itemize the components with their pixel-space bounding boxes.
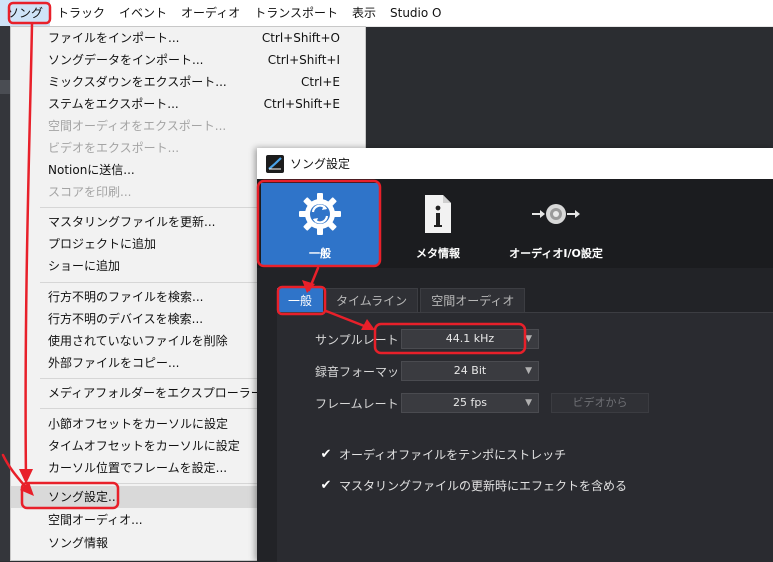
checkmark-icon: ✔ xyxy=(320,477,332,493)
menu-item-import-song-data[interactable]: ソングデータをインポート... Ctrl+Shift+I xyxy=(11,49,365,71)
chevron-down-icon: ▼ xyxy=(525,334,532,344)
dialog-toolbar: 一般 メタ情報 オーディオI/O設定 xyxy=(257,179,773,268)
dialog-title: ソング設定 xyxy=(290,157,351,171)
toolbar-audio-io[interactable]: オーディオI/O設定 xyxy=(497,183,615,265)
checkmark-icon: ✔ xyxy=(320,446,332,462)
chevron-down-icon: ▼ xyxy=(525,398,532,408)
song-setup-dialog: ソング設定 一般 メタ情報 オーディオI/O設定 一般 タイムライン 空間オーデ… xyxy=(257,148,773,562)
menu-view[interactable]: 表示 xyxy=(345,0,383,26)
menu-transport[interactable]: トランスポート xyxy=(247,0,345,26)
tab-timeline[interactable]: タイムライン xyxy=(325,288,419,313)
include-effects-label: マスタリングファイルの更新時にエフェクトを含める xyxy=(339,479,628,493)
info-document-icon xyxy=(425,195,451,233)
app-backdrop xyxy=(0,26,10,561)
menu-item-export-mixdown[interactable]: ミックスダウンをエクスポート... Ctrl+E xyxy=(11,71,365,93)
menu-track[interactable]: トラック xyxy=(50,0,112,26)
general-settings-panel: サンプルレート 44.1 kHz ▼ 録音フォーマット 24 Bit ▼ フレー… xyxy=(277,312,773,562)
menu-event[interactable]: イベント xyxy=(112,0,174,26)
frame-rate-select[interactable]: 25 fps ▼ xyxy=(401,393,539,413)
gear-sync-icon xyxy=(299,193,341,235)
menu-studio-one[interactable]: Studio O xyxy=(383,0,448,26)
record-format-label: 録音フォーマット xyxy=(315,365,412,379)
toolbar-meta-info[interactable]: メタ情報 xyxy=(379,183,497,265)
dialog-tabs: 一般 タイムライン 空間オーディオ xyxy=(277,288,527,313)
stretch-audio-label: オーディオファイルをテンポにストレッチ xyxy=(339,448,567,462)
menu-item-export-stems[interactable]: ステムをエクスポート... Ctrl+Shift+E xyxy=(11,93,365,115)
dialog-title-bar: ソング設定 xyxy=(257,148,773,179)
menu-song[interactable]: ソング xyxy=(0,0,51,26)
frame-rate-label: フレームレート xyxy=(315,397,399,411)
menubar: ソング トラック イベント オーディオ トランスポート 表示 Studio O xyxy=(0,0,773,27)
sample-rate-select[interactable]: 44.1 kHz ▼ xyxy=(401,329,539,349)
menu-item-export-spatial-audio: 空間オーディオをエクスポート... xyxy=(48,119,227,133)
sample-rate-value: 44.1 kHz xyxy=(445,332,495,345)
toolbar-general[interactable]: 一般 xyxy=(261,183,379,265)
app-backdrop-item xyxy=(0,80,10,94)
record-format-select[interactable]: 24 Bit ▼ xyxy=(401,361,539,381)
studio-one-logo-icon xyxy=(266,154,284,173)
sample-rate-label: サンプルレート xyxy=(315,333,399,347)
stretch-audio-to-tempo-checkbox[interactable]: ✔ オーディオファイルをテンポにストレッチ xyxy=(319,446,567,463)
audio-io-icon xyxy=(532,204,580,224)
include-effects-checkbox[interactable]: ✔ マスタリングファイルの更新時にエフェクトを含める xyxy=(319,477,627,494)
from-video-button: ビデオから xyxy=(551,393,649,413)
toolbar-audio-io-label: オーディオI/O設定 xyxy=(509,247,603,260)
tab-spatial-audio[interactable]: 空間オーディオ xyxy=(420,288,526,313)
record-format-value: 24 Bit xyxy=(453,364,487,377)
menu-audio[interactable]: オーディオ xyxy=(174,0,247,26)
menu-item-import-file[interactable]: ファイルをインポート... Ctrl+Shift+O xyxy=(11,27,365,49)
toolbar-meta-info-label: メタ情報 xyxy=(416,247,460,260)
toolbar-general-label: 一般 xyxy=(309,247,331,260)
tab-general[interactable]: 一般 xyxy=(277,288,324,313)
frame-rate-value: 25 fps xyxy=(452,396,488,409)
chevron-down-icon: ▼ xyxy=(525,366,532,376)
